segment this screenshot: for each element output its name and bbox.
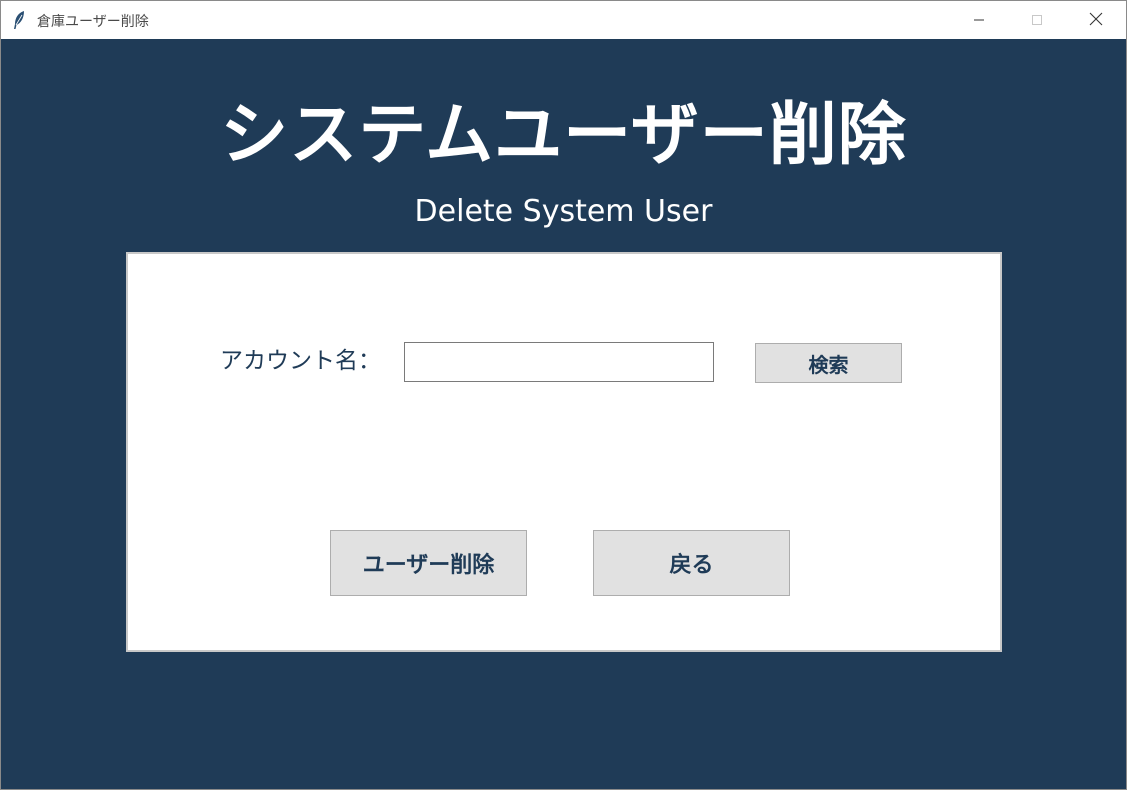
app-window: 倉庫ユーザー削除 システムユーザー削除 Delete System User ア…	[0, 0, 1127, 790]
title-bar: 倉庫ユーザー削除	[1, 1, 1126, 39]
close-button[interactable]	[1067, 1, 1125, 39]
window-title: 倉庫ユーザー削除	[37, 14, 149, 30]
back-button[interactable]: 戻る	[593, 530, 790, 596]
page-title: システムユーザー削除	[220, 96, 907, 175]
minimize-button[interactable]	[950, 1, 1008, 39]
delete-user-button[interactable]: ユーザー削除	[330, 530, 527, 596]
account-name-input[interactable]	[404, 342, 714, 382]
page-subtitle: Delete System User	[414, 194, 713, 229]
maximize-button[interactable]	[1008, 1, 1066, 39]
minimize-icon	[973, 11, 985, 30]
close-icon	[1089, 11, 1103, 30]
client-area: システムユーザー削除 Delete System User アカウント名： 検索…	[1, 39, 1126, 789]
account-name-label: アカウント名：	[220, 348, 381, 374]
feather-icon	[12, 10, 26, 30]
form-panel: アカウント名： 検索 ユーザー削除 戻る	[126, 252, 1002, 652]
maximize-icon	[1031, 11, 1043, 30]
search-button[interactable]: 検索	[755, 343, 902, 383]
